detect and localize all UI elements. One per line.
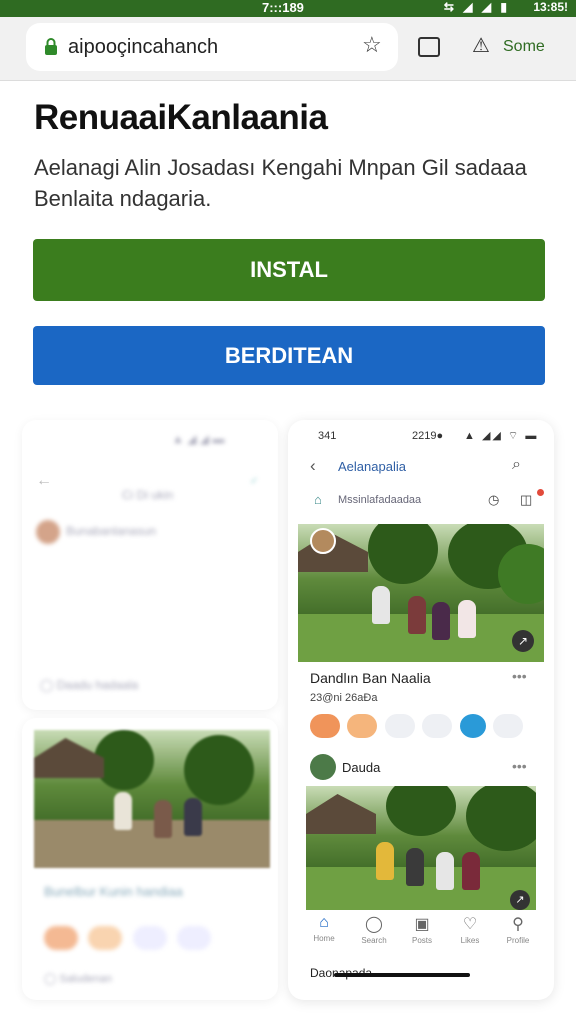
nav-likes[interactable]: ♡ Likes — [450, 914, 490, 945]
lock-icon — [45, 38, 57, 55]
phone-app-title: Aelanapalia — [338, 459, 406, 474]
post-title: Dandlın Ban Naalia — [310, 670, 431, 686]
home-icon: ⌂ — [319, 914, 329, 931]
page-description: Aelanagi Alin Josadası Kengahi Mnpan Gil… — [34, 155, 527, 211]
reaction-pill[interactable] — [493, 714, 524, 738]
left-phone-footer: ◯ Daadu hadaala — [40, 678, 139, 692]
square-icon: ▣ — [414, 916, 430, 933]
nav-posts[interactable]: ▣ Posts — [402, 914, 442, 945]
clock-icon[interactable]: ◷ — [488, 492, 499, 508]
warning-icon[interactable]: ⚠ — [472, 33, 490, 58]
back-arrow-icon: ← — [36, 472, 52, 489]
status-clock: 13:85! — [533, 0, 568, 14]
left-post-preview: Bunelbur Kunin handiaa ◯ Saludenan — [22, 718, 278, 1000]
phone-app-toolbar: ‹ Aelanapalia ⌕ — [288, 450, 554, 486]
phone-status-time: 341 — [318, 430, 337, 442]
share-icon[interactable]: ↗ — [512, 630, 534, 652]
home-indicator — [334, 973, 470, 977]
search-icon: ◯ — [365, 916, 383, 933]
notification-icon[interactable]: ◫ — [520, 492, 532, 508]
reaction-pill[interactable] — [310, 714, 340, 738]
left-phone-username: Bunabanlanasun — [66, 524, 157, 538]
more-options-icon[interactable]: ••• — [512, 668, 527, 684]
more-options-icon[interactable]: ••• — [512, 758, 527, 774]
home-icon: ⌂ — [314, 492, 322, 507]
reaction-pill[interactable] — [384, 714, 415, 738]
post-footer: ◯ Saludenan — [44, 973, 112, 985]
avatar[interactable] — [310, 754, 336, 780]
bottom-nav: ⌂ Home ◯ Search ▣ Posts ♡ Likes ⚲ Profil… — [288, 914, 554, 954]
nav-search[interactable]: ◯ Search — [354, 914, 394, 945]
tab-icon[interactable] — [418, 37, 440, 57]
phone-search-text[interactable]: Mssinlafadaadaa — [338, 494, 421, 506]
share-button[interactable]: BERDITEAN — [33, 326, 545, 385]
menu-label[interactable]: Some — [503, 38, 545, 56]
post-meta: 23@ni 26aĐa — [310, 692, 378, 704]
status-bar: 7:::189 ⇆ ◢ ◢ ▮ 13:85! — [0, 0, 576, 17]
phone-status-clock: 2219● — [412, 430, 444, 442]
avatar — [36, 520, 60, 544]
reaction-pill[interactable] — [459, 714, 486, 738]
phone-status-icons: ▲ ◢◢ ⌔ ▬ — [464, 430, 539, 442]
url-text[interactable]: aipooçincahanch — [68, 36, 218, 59]
search-icon[interactable]: ⌕ — [512, 456, 521, 474]
page-title: RenuaaiKanlaania — [34, 98, 328, 137]
star-icon[interactable]: ☆ — [362, 32, 382, 58]
post-photo — [34, 730, 270, 868]
status-icons: ⇆ ◢ ◢ ▮ — [443, 0, 510, 14]
back-arrow-icon[interactable]: ‹ — [310, 456, 316, 476]
avatar[interactable] — [310, 528, 336, 554]
person-icon: ⚲ — [512, 916, 524, 933]
share-icon[interactable]: ↗ — [510, 890, 530, 910]
reaction-bar — [310, 714, 526, 738]
nav-profile[interactable]: ⚲ Profile — [498, 914, 538, 945]
heart-icon: ♡ — [462, 916, 478, 933]
left-phone-title: Ci Di ukin — [122, 488, 174, 502]
left-phone-preview: ▲ ◢ ◢ ▬ ← Ci Di ukin ✓ Bunabanlanasun ◯ … — [22, 420, 278, 710]
url-field[interactable]: aipooçincahanch — [26, 23, 398, 71]
post-photo[interactable] — [306, 786, 536, 910]
reaction-pill[interactable] — [347, 714, 378, 738]
reaction-pill[interactable] — [422, 714, 453, 738]
phone-search-bar[interactable]: ⌂ Mssinlafadaadaa ◷ ◫ — [310, 489, 544, 514]
left-phone-status: ▲ ◢ ◢ ▬ — [172, 432, 225, 446]
install-button[interactable]: INSTAL — [33, 239, 545, 301]
reaction-bar — [44, 926, 217, 955]
right-phone-preview: 341 2219● ▲ ◢◢ ⌔ ▬ ‹ Aelanapalia ⌕ ⌂ Mss… — [288, 420, 554, 1000]
post-title: Bunelbur Kunin handiaa — [44, 884, 183, 899]
check-icon: ✓ — [250, 476, 259, 487]
nav-home[interactable]: ⌂ Home — [304, 914, 344, 943]
notification-badge — [537, 489, 544, 496]
status-time: 7:::189 — [262, 0, 304, 15]
browser-toolbar: aipooçincahanch ☆ ⚠ Some — [0, 17, 576, 81]
post-author[interactable]: Dauda — [342, 760, 380, 775]
